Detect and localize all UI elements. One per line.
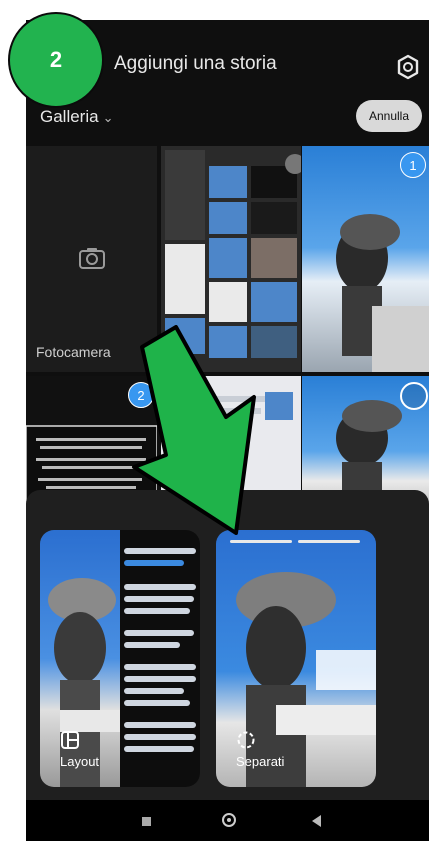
chevron-down-icon: ⌄	[102, 110, 114, 125]
camera-label: Fotocamera	[36, 344, 111, 360]
layout-label: Layout	[60, 754, 100, 769]
layout-photo	[40, 530, 120, 787]
separate-circle-icon	[237, 731, 255, 749]
layout-text-panel	[120, 530, 200, 787]
layout-grid-icon	[61, 731, 79, 749]
separate-label: Separati	[236, 754, 285, 769]
gallery-item-photo-1[interactable]: 1	[302, 146, 429, 372]
home-circle-icon[interactable]	[222, 813, 236, 827]
green-arrow-icon	[132, 325, 256, 535]
camera-icon	[79, 248, 105, 269]
step-number-badge: 2	[8, 12, 104, 108]
separate-option-card[interactable]: Separati	[216, 530, 376, 787]
android-nav-bar	[26, 800, 429, 841]
back-triangle-icon[interactable]	[312, 815, 321, 827]
recents-square-icon[interactable]	[142, 817, 151, 826]
screen-title: Aggiungi una storia	[114, 53, 277, 74]
portrait-thumbnail	[336, 214, 429, 372]
cancel-button[interactable]: Annulla	[356, 100, 422, 132]
selection-badge-1[interactable]: 1	[400, 152, 426, 178]
gallery-label: Galleria	[40, 107, 99, 126]
layout-option-card[interactable]: Layout	[40, 530, 200, 787]
settings-gear-icon[interactable]	[394, 53, 422, 81]
gallery-dropdown[interactable]: Galleria ⌄	[40, 107, 114, 127]
unselected-circle-icon[interactable]	[400, 382, 428, 410]
